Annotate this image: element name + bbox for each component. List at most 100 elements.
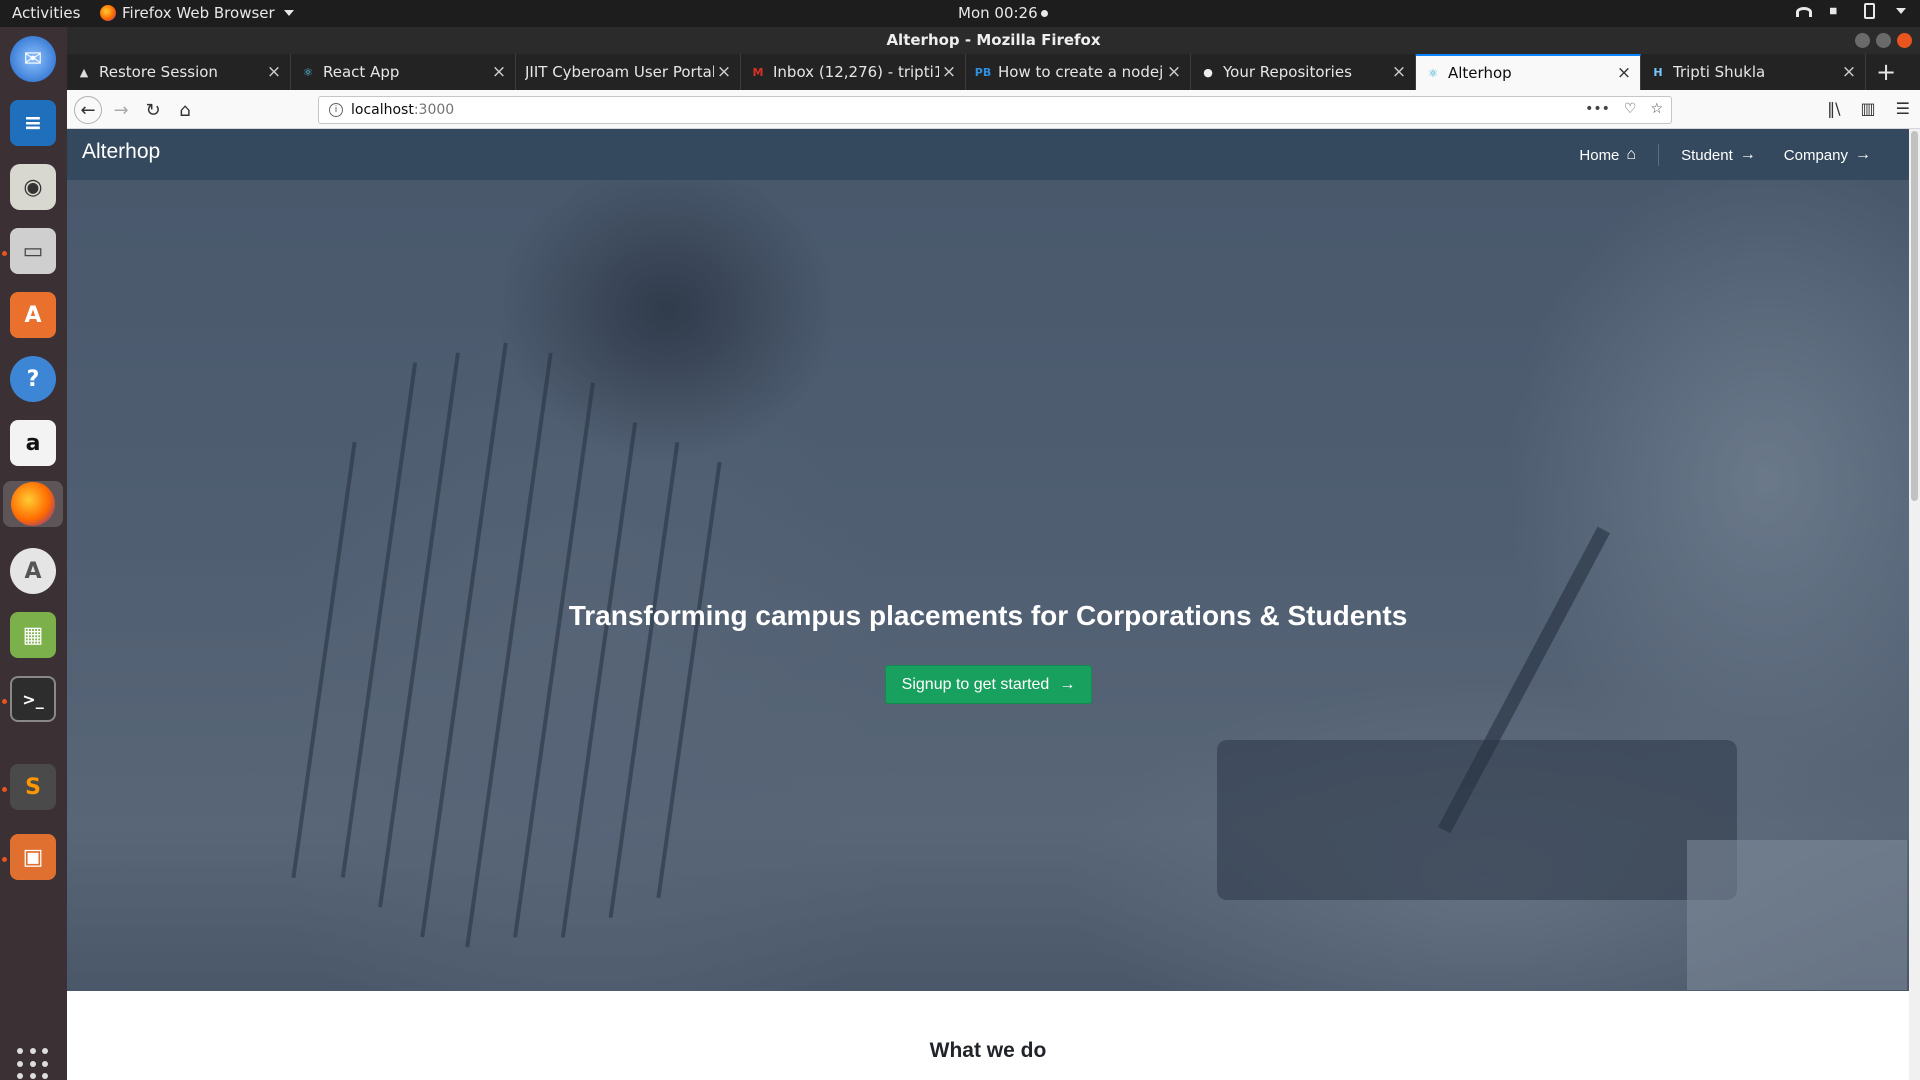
tab-react-app[interactable]: ⚛ React App × bbox=[291, 54, 516, 90]
hero-overlay bbox=[67, 180, 1909, 991]
arrow-right-icon: → bbox=[1739, 146, 1756, 163]
reload-button[interactable]: ↻ bbox=[139, 96, 167, 124]
nav-company-label: Company bbox=[1783, 146, 1848, 164]
close-icon[interactable]: × bbox=[264, 62, 284, 82]
clock-label: Mon 00:26 bbox=[958, 4, 1038, 22]
archive-manager-icon[interactable]: ▣ bbox=[10, 834, 56, 880]
new-tab-button[interactable]: + bbox=[1872, 58, 1900, 86]
hackerrank-icon: H bbox=[1653, 65, 1663, 79]
thunderbird-icon[interactable]: ✉ bbox=[10, 36, 56, 82]
tab-label: Your Repositories bbox=[1223, 63, 1352, 81]
scrollbar-thumb[interactable] bbox=[1911, 131, 1918, 501]
bookmark-star-icon[interactable]: ☆ bbox=[1650, 101, 1663, 117]
what-we-do-section: What we do bbox=[67, 991, 1909, 1080]
tab-label: JIIT Cyberoam User Portal bbox=[525, 63, 714, 81]
image-viewer-icon[interactable]: ▦ bbox=[10, 612, 56, 658]
site-nav-menu: Home ⌂ Student → Company → bbox=[1565, 144, 1885, 166]
ubuntu-software-icon[interactable]: A bbox=[10, 292, 56, 338]
url-bar[interactable]: i localhost:3000 ••• ♡ ☆ bbox=[318, 96, 1672, 124]
tab-restore-session[interactable]: ▲ Restore Session × bbox=[67, 54, 291, 90]
gmail-icon: M bbox=[752, 65, 764, 79]
github-icon: ● bbox=[1203, 65, 1213, 79]
site-brand[interactable]: Alterhop bbox=[82, 140, 160, 164]
chevron-down-icon bbox=[1896, 8, 1906, 14]
home-button[interactable]: ⌂ bbox=[171, 96, 199, 124]
react-icon: ⚛ bbox=[1428, 66, 1438, 80]
close-icon[interactable]: × bbox=[714, 62, 734, 82]
close-icon[interactable]: × bbox=[939, 62, 959, 82]
tab-github-repos[interactable]: ● Your Repositories × bbox=[1191, 54, 1416, 90]
firefox-mini-icon bbox=[100, 5, 116, 21]
back-button[interactable]: ← bbox=[74, 96, 102, 124]
site-info-icon[interactable]: i bbox=[329, 103, 343, 117]
tab-cyberoam[interactable]: JIIT Cyberoam User Portal × bbox=[516, 54, 741, 90]
tab-strip: ▲ Restore Session × ⚛ React App × JIIT C… bbox=[67, 54, 1920, 90]
terminal-icon[interactable]: >_ bbox=[10, 676, 56, 722]
close-icon[interactable]: × bbox=[1839, 62, 1859, 82]
chevron-down-icon bbox=[283, 10, 294, 16]
libreoffice-writer-icon[interactable]: ≡ bbox=[10, 100, 56, 146]
firefox-window: Alterhop - Mozilla Firefox ▲ Restore Ses… bbox=[67, 27, 1920, 1080]
url-port: :3000 bbox=[413, 102, 455, 118]
help-icon[interactable]: ? bbox=[10, 356, 56, 402]
nav-company[interactable]: Company → bbox=[1770, 146, 1885, 164]
forward-button[interactable]: → bbox=[107, 96, 135, 124]
running-indicator bbox=[2, 857, 7, 862]
close-icon[interactable]: × bbox=[489, 62, 509, 82]
library-icon[interactable]: ‖\ bbox=[1827, 99, 1840, 118]
sublime-text-icon[interactable]: S bbox=[10, 764, 56, 810]
pb-icon: PB bbox=[974, 65, 992, 79]
window-titlebar[interactable]: Alterhop - Mozilla Firefox bbox=[67, 27, 1920, 54]
tab-nodejs-article[interactable]: PB How to create a nodejs r × bbox=[966, 54, 1191, 90]
tab-label: Tripti Shukla bbox=[1673, 63, 1766, 81]
files-icon[interactable]: ▭ bbox=[10, 228, 56, 274]
pocket-icon[interactable]: ♡ bbox=[1624, 101, 1637, 117]
tab-label: How to create a nodejs r bbox=[998, 63, 1164, 81]
nav-home[interactable]: Home ⌂ bbox=[1565, 146, 1650, 164]
running-indicator bbox=[2, 699, 7, 704]
clock[interactable]: Mon 00:26 bbox=[958, 4, 1048, 22]
launcher: ✉ ≡ ◉ ▭ A ? a A ▦ >_ S ▣ bbox=[0, 27, 67, 1080]
close-icon[interactable]: × bbox=[1614, 63, 1634, 83]
nav-home-label: Home bbox=[1579, 146, 1620, 164]
section-title: What we do bbox=[929, 1039, 1047, 1062]
close-icon[interactable]: × bbox=[1164, 62, 1184, 82]
arrow-right-icon: → bbox=[1059, 675, 1076, 693]
react-icon: ⚛ bbox=[303, 65, 313, 79]
window-title: Alterhop - Mozilla Firefox bbox=[886, 31, 1101, 49]
battery-icon bbox=[1864, 3, 1875, 19]
close-window-button[interactable] bbox=[1897, 33, 1912, 48]
wifi-icon bbox=[1796, 7, 1812, 17]
app-menu[interactable]: Firefox Web Browser bbox=[100, 4, 294, 22]
nav-student-label: Student bbox=[1681, 146, 1733, 164]
navigation-toolbar: ← → ↻ ⌂ i localhost:3000 ••• ♡ ☆ ‖\ ▥ ☰ bbox=[67, 90, 1920, 129]
web-page: Alterhop Home ⌂ Student → Company → Tran… bbox=[67, 129, 1909, 1080]
show-applications-icon[interactable] bbox=[17, 1048, 49, 1080]
amazon-icon[interactable]: a bbox=[10, 420, 56, 466]
rhythmbox-icon[interactable]: ◉ bbox=[10, 164, 56, 210]
tab-gmail-inbox[interactable]: M Inbox (12,276) - tripti12s × bbox=[741, 54, 966, 90]
sidebar-icon[interactable]: ▥ bbox=[1861, 99, 1876, 118]
minimize-button[interactable] bbox=[1855, 33, 1870, 48]
page-actions-icon[interactable]: ••• bbox=[1585, 101, 1610, 117]
signup-button[interactable]: Signup to get started → bbox=[885, 665, 1092, 704]
nav-student[interactable]: Student → bbox=[1667, 146, 1770, 164]
arrow-right-icon: → bbox=[1855, 146, 1871, 163]
system-tray[interactable] bbox=[1796, 3, 1906, 19]
tab-label: Restore Session bbox=[99, 63, 218, 81]
tab-label: Alterhop bbox=[1448, 64, 1512, 82]
running-indicator bbox=[2, 787, 7, 792]
close-icon[interactable]: × bbox=[1389, 62, 1409, 82]
maximize-button[interactable] bbox=[1876, 33, 1891, 48]
running-indicator bbox=[2, 251, 7, 256]
tab-label: React App bbox=[323, 63, 400, 81]
hamburger-menu-icon[interactable]: ☰ bbox=[1896, 99, 1910, 118]
software-updater-icon[interactable]: A bbox=[10, 548, 56, 594]
firefox-icon[interactable] bbox=[3, 481, 63, 527]
home-icon: ⌂ bbox=[1626, 146, 1637, 163]
tab-alterhop[interactable]: ⚛ Alterhop × bbox=[1416, 54, 1641, 90]
tab-tripti-shukla[interactable]: H Tripti Shukla × bbox=[1641, 54, 1866, 90]
page-scrollbar[interactable] bbox=[1909, 129, 1920, 1080]
activities-button[interactable]: Activities bbox=[12, 4, 80, 22]
hero-section: Transforming campus placements for Corpo… bbox=[67, 180, 1909, 991]
